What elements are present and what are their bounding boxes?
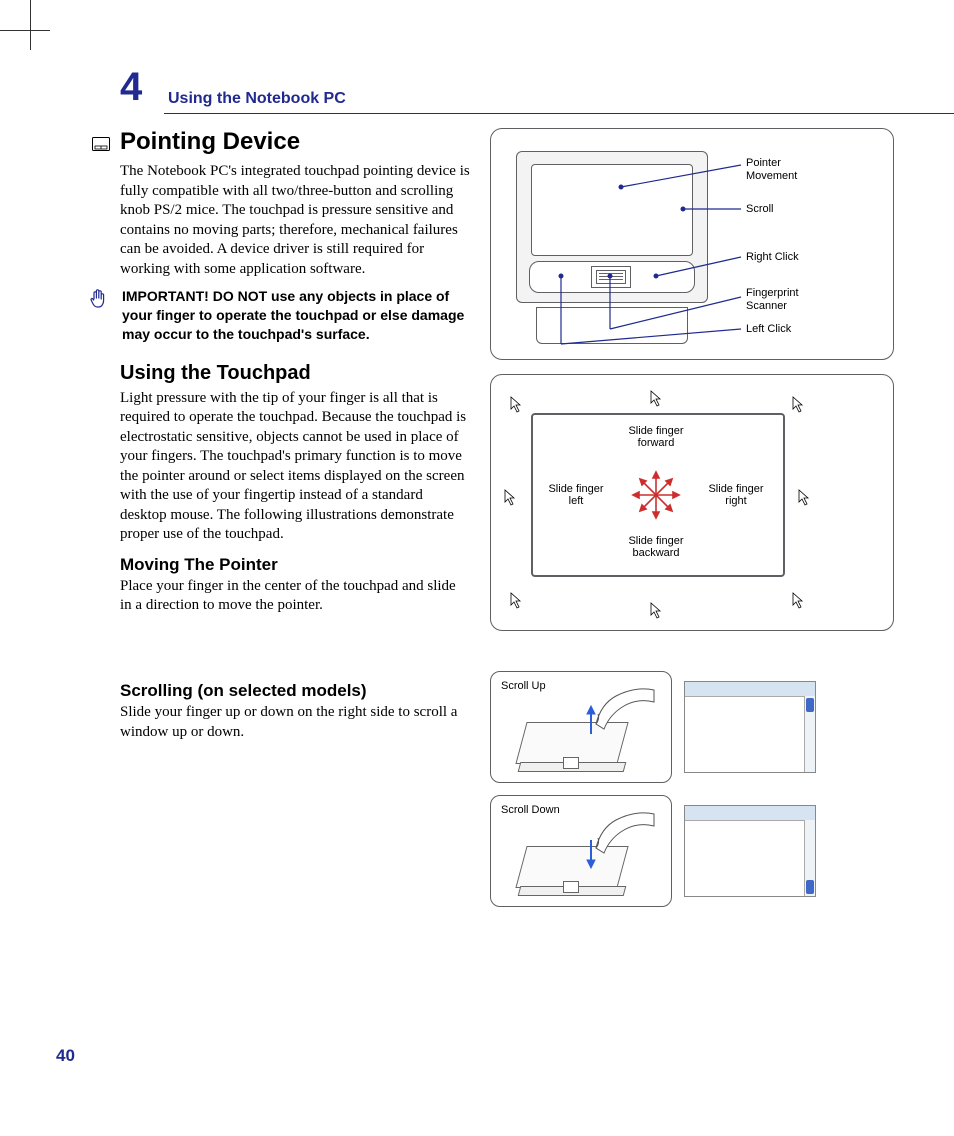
scroll-up-diagram: Scroll Up <box>490 671 672 783</box>
scroll-down-diagram: Scroll Down <box>490 795 672 907</box>
intro-paragraph: The Notebook PC's integrated touchpad po… <box>120 162 470 279</box>
header-underline <box>164 113 954 114</box>
page-number: 40 <box>56 1046 75 1066</box>
touchpad-layout-diagram: Pointer Movement Scroll Right Click Fing… <box>490 128 894 360</box>
label-fingerprint-scanner: Fingerprint Scanner <box>746 287 806 313</box>
label-scroll: Scroll <box>746 203 774 216</box>
scrolling-heading: Scrolling (on selected models) <box>120 681 470 701</box>
chapter-header: 4 Using the Notebook PC <box>120 70 894 110</box>
touchpad-icon <box>92 130 112 158</box>
hand-icon <box>88 287 112 344</box>
crop-mark <box>30 0 31 50</box>
label-slide-left: Slide finger left <box>546 483 606 507</box>
important-note: IMPORTANT! DO NOT use any objects in pla… <box>120 287 470 344</box>
scroll-down-label: Scroll Down <box>501 804 560 816</box>
moving-pointer-text: Place your finger in the center of the t… <box>120 577 470 616</box>
label-pointer-movement: Pointer Movement <box>746 157 816 183</box>
scrolling-text: Slide your finger up or down on the righ… <box>120 703 470 742</box>
using-touchpad-text: Light pressure with the tip of your fing… <box>120 389 470 545</box>
section-title-text: Pointing Device <box>120 128 300 155</box>
label-left-click: Left Click <box>746 323 791 336</box>
label-slide-backward: Slide finger backward <box>621 535 691 559</box>
chapter-number: 4 <box>120 65 142 110</box>
important-text: IMPORTANT! DO NOT use any objects in pla… <box>122 287 470 344</box>
crop-mark <box>0 30 50 31</box>
using-touchpad-heading: Using the Touchpad <box>120 362 470 385</box>
pointer-movement-diagram: Slide finger forward Slide finger backwa… <box>490 374 894 631</box>
window-scroll-up <box>684 681 816 773</box>
label-slide-right: Slide finger right <box>706 483 766 507</box>
section-heading: Pointing Device <box>120 128 470 158</box>
scroll-up-label: Scroll Up <box>501 680 546 692</box>
chapter-title: Using the Notebook PC <box>168 90 346 108</box>
label-slide-forward: Slide finger forward <box>626 425 686 449</box>
moving-pointer-heading: Moving The Pointer <box>120 555 470 575</box>
window-scroll-down <box>684 805 816 897</box>
label-right-click: Right Click <box>746 251 799 264</box>
